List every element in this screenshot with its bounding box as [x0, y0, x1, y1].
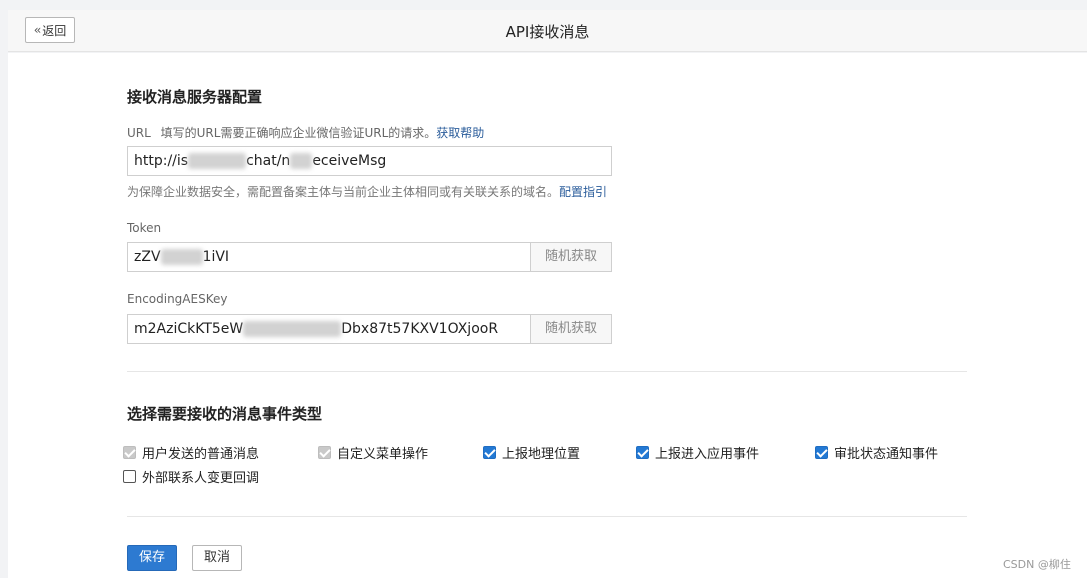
checkbox-label: 自定义菜单操作	[337, 447, 429, 462]
section-divider	[127, 516, 967, 517]
page-title: API接收消息	[505, 23, 590, 41]
checkbox-checked	[815, 446, 828, 459]
checkbox-unchecked	[123, 470, 136, 483]
checkbox-checked	[636, 446, 649, 459]
url-value-suffix: eceiveMsg	[312, 153, 387, 169]
checkbox-disabled-checked	[318, 446, 331, 459]
event-checkbox-approval[interactable]: 审批状态通知事件	[815, 443, 938, 462]
watermark: CSDN @柳住	[1003, 558, 1071, 571]
redacted-blur	[160, 249, 203, 265]
aes-value-prefix: m2AziCkKT5eW	[134, 321, 244, 337]
token-input[interactable]: zZV 1iVI	[127, 242, 531, 272]
token-random-button[interactable]: 随机获取	[530, 242, 612, 272]
checkbox-label: 外部联系人变更回调	[142, 471, 260, 486]
url-input[interactable]: http://is chat/n eceiveMsg	[127, 146, 612, 176]
aes-key-input[interactable]: m2AziCkKT5eW Dbx87t57KXV1OXjooR	[127, 314, 531, 344]
url-label-row: URL 填写的URL需要正确响应企业微信验证URL的请求。获取帮助	[127, 124, 484, 141]
event-checkbox-user-message[interactable]: 用户发送的普通消息	[123, 443, 259, 462]
get-help-link[interactable]: 获取帮助	[436, 126, 484, 140]
server-config-title: 接收消息服务器配置	[127, 88, 263, 106]
save-button[interactable]: 保存	[127, 545, 177, 571]
url-label: URL	[127, 126, 151, 140]
checkbox-disabled-checked	[123, 446, 136, 459]
aes-key-label: EncodingAESKey	[127, 292, 228, 306]
checkbox-checked	[483, 446, 496, 459]
cancel-button[interactable]: 取消	[192, 545, 242, 571]
config-guide-link[interactable]: 配置指引	[559, 185, 607, 199]
main-panel: 接收消息服务器配置 URL 填写的URL需要正确响应企业微信验证URL的请求。获…	[8, 53, 1087, 578]
event-checkbox-enter-app[interactable]: 上报进入应用事件	[636, 443, 759, 462]
event-checkbox-external-contact[interactable]: 外部联系人变更回调	[123, 467, 259, 486]
url-hint: 填写的URL需要正确响应企业微信验证URL的请求。	[160, 126, 437, 140]
event-checkbox-location[interactable]: 上报地理位置	[483, 443, 580, 462]
checkbox-label: 审批状态通知事件	[834, 447, 939, 462]
url-security-hint: 为保障企业数据安全，需配置备案主体与当前企业主体相同或有关联关系的域名。	[127, 185, 560, 199]
url-value-middle: chat/n	[246, 153, 291, 169]
aes-key-random-button[interactable]: 随机获取	[530, 314, 612, 344]
event-checkbox-custom-menu[interactable]: 自定义菜单操作	[318, 443, 428, 462]
section-divider	[127, 371, 967, 372]
redacted-blur	[290, 153, 313, 169]
event-types-title: 选择需要接收的消息事件类型	[127, 405, 323, 423]
url-security-hint-row: 为保障企业数据安全，需配置备案主体与当前企业主体相同或有关联关系的域名。配置指引	[127, 183, 607, 200]
redacted-blur	[243, 321, 342, 337]
top-bar: ‹‹ 返回 API接收消息	[8, 10, 1087, 52]
redacted-blur	[188, 153, 247, 169]
checkbox-label: 用户发送的普通消息	[142, 447, 260, 462]
aes-value-suffix: Dbx87t57KXV1OXjooR	[341, 321, 499, 337]
url-value-prefix: http://is	[134, 153, 189, 169]
checkbox-label: 上报进入应用事件	[655, 447, 760, 462]
token-value-prefix: zZV	[134, 249, 161, 265]
token-value-suffix: 1iVI	[202, 249, 230, 265]
token-label: Token	[127, 221, 162, 235]
checkbox-label: 上报地理位置	[502, 447, 581, 462]
